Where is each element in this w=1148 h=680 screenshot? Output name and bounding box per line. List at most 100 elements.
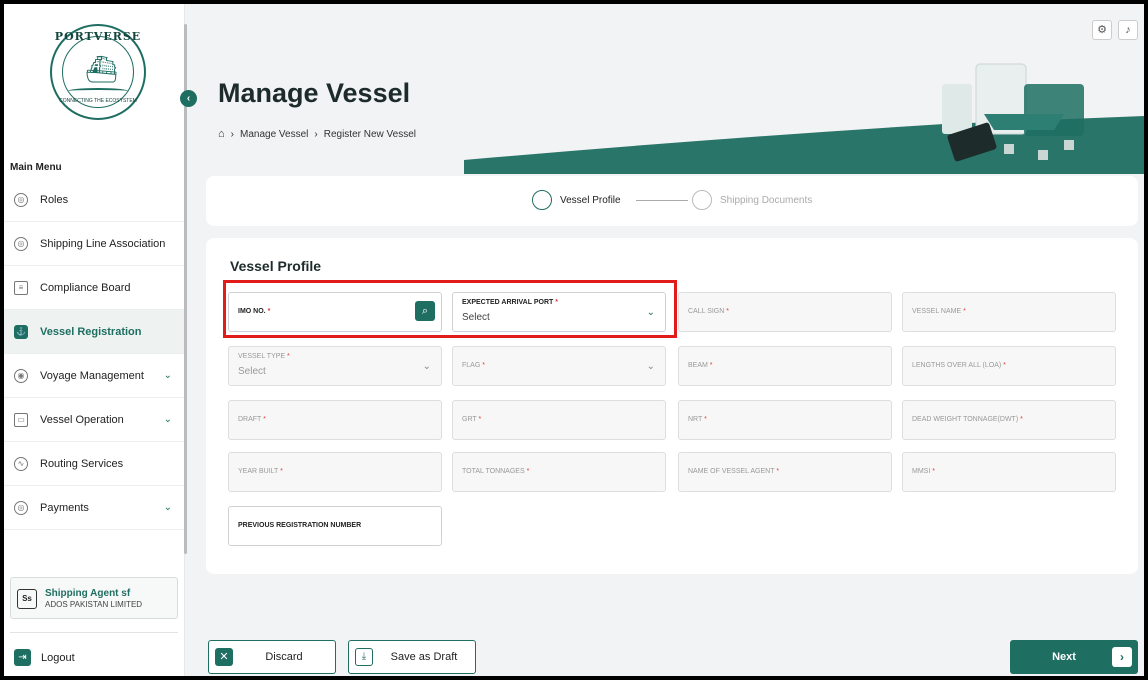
- user-name: Shipping Agent sf: [45, 588, 131, 599]
- field-label: YEAR BUILT *: [238, 468, 283, 475]
- field-label: NRT *: [688, 416, 707, 423]
- field-label: VESSEL TYPE *: [238, 353, 290, 360]
- beam-field[interactable]: BEAM *: [678, 346, 892, 386]
- step-label: Shipping Documents: [720, 194, 813, 206]
- roles-icon: ◎: [14, 192, 28, 207]
- page-title: Manage Vessel: [218, 78, 411, 108]
- user-card[interactable]: Ss Shipping Agent sf ADOS PAKISTAN LIMIT…: [10, 577, 178, 619]
- chevron-right-icon: ›: [1112, 647, 1132, 667]
- chevron-down-icon: ⌄: [163, 414, 172, 425]
- mmsi-field[interactable]: MMSI *: [902, 452, 1116, 492]
- sidebar-item-payments[interactable]: ◎ Payments ⌄: [4, 486, 184, 530]
- sidebar-item-vessel-operation[interactable]: ▭ Vessel Operation ⌄: [4, 398, 184, 442]
- sidebar-item-voyage-management[interactable]: ◉ Voyage Management ⌄: [4, 354, 184, 398]
- discard-label: Discard: [265, 651, 303, 663]
- chevron-down-icon: ⌄: [163, 370, 172, 381]
- breadcrumb-separator-icon: ›: [314, 128, 318, 140]
- vessel-agent-field[interactable]: NAME OF VESSEL AGENT *: [678, 452, 892, 492]
- total-tonnages-field[interactable]: TOTAL TONNAGES *: [452, 452, 666, 492]
- notification-bell-icon[interactable]: ♪: [1118, 20, 1138, 40]
- sidebar-item-label: Shipping Line Association: [40, 237, 166, 250]
- field-label: CALL SIGN *: [688, 308, 729, 315]
- association-icon: ◎: [14, 236, 28, 251]
- sidebar-item-label: Vessel Operation: [40, 413, 124, 426]
- loa-field[interactable]: LENGTHS OVER ALL (LOA) *: [902, 346, 1116, 386]
- app-window: PORTVERSE ⛴ CONNECTING THE ECOSYSTEM Mai…: [4, 4, 1144, 676]
- next-button[interactable]: Next ›: [1010, 640, 1138, 674]
- operation-icon: ▭: [14, 412, 28, 427]
- collapse-sidebar-button[interactable]: ‹: [180, 90, 197, 107]
- year-built-field[interactable]: YEAR BUILT *: [228, 452, 442, 492]
- vessel-name-field[interactable]: VESSEL NAME *: [902, 292, 1116, 332]
- sidebar-item-label: Voyage Management: [40, 369, 144, 382]
- nrt-field[interactable]: NRT *: [678, 400, 892, 440]
- divider: [10, 632, 178, 633]
- portverse-logo: PORTVERSE ⛴ CONNECTING THE ECOSYSTEM: [50, 24, 146, 120]
- chevron-down-icon: ⌄: [646, 361, 655, 372]
- breadcrumb: ⌂ › Manage Vessel › Register New Vessel: [218, 128, 416, 140]
- step-connector: [636, 200, 688, 201]
- flag-select[interactable]: FLAG * ⌄: [452, 346, 666, 386]
- save-draft-button[interactable]: ⤓ Save as Draft: [348, 640, 476, 674]
- previous-registration-number-field[interactable]: PREVIOUS REGISTRATION NUMBER: [228, 506, 442, 546]
- header-illustration: [464, 63, 1144, 174]
- sidebar: PORTVERSE ⛴ CONNECTING THE ECOSYSTEM Mai…: [4, 4, 185, 676]
- form-title: Vessel Profile: [230, 258, 322, 274]
- home-icon[interactable]: ⌂: [218, 128, 225, 140]
- sidebar-item-label: Payments: [40, 501, 89, 514]
- sidebar-item-label: Roles: [40, 193, 69, 206]
- logout-icon: ⇥: [14, 649, 31, 666]
- settings-icon[interactable]: ⚙: [1092, 20, 1112, 40]
- topbar-icons: ⚙ ♪: [1092, 20, 1138, 40]
- discard-button[interactable]: ✕ Discard: [208, 640, 336, 674]
- field-label: GRT *: [462, 416, 482, 423]
- wave-icon: [68, 88, 128, 94]
- ship-icon: ⚓: [14, 324, 28, 339]
- menu-title: Main Menu: [10, 162, 62, 173]
- logout-button[interactable]: ⇥ Logout: [14, 649, 75, 666]
- step-vessel-profile[interactable]: Vessel Profile: [532, 190, 621, 210]
- field-label: FLAG *: [462, 362, 485, 369]
- field-label: MMSI *: [912, 468, 935, 475]
- breadcrumb-separator-icon: ›: [230, 128, 234, 140]
- sidebar-item-label: Compliance Board: [40, 281, 131, 294]
- field-label: PREVIOUS REGISTRATION NUMBER: [238, 522, 362, 529]
- chevron-down-icon: ⌄: [163, 502, 172, 513]
- voyage-icon: ◉: [14, 368, 28, 383]
- logo-tagline: CONNECTING THE ECOSYSTEM: [59, 98, 137, 104]
- save-icon: ⤓: [355, 648, 373, 666]
- vessel-type-select[interactable]: VESSEL TYPE * Select ⌄: [228, 346, 442, 386]
- step-shipping-documents[interactable]: Shipping Documents: [692, 190, 812, 210]
- sidebar-item-vessel-registration[interactable]: ⚓ Vessel Registration: [4, 310, 184, 354]
- field-label: DRAFT *: [238, 416, 266, 423]
- field-label: VESSEL NAME *: [912, 308, 966, 315]
- save-draft-label: Save as Draft: [390, 651, 458, 663]
- breadcrumb-item[interactable]: Manage Vessel: [240, 129, 308, 140]
- sidebar-item-label: Routing Services: [40, 457, 124, 470]
- chevron-down-icon: ⌄: [422, 361, 431, 372]
- sidebar-item-roles[interactable]: ◎ Roles: [4, 178, 184, 222]
- dwt-field[interactable]: DEAD WEIGHT TONNAGE(DWT) *: [902, 400, 1116, 440]
- close-icon: ✕: [215, 648, 233, 666]
- stepper: Vessel Profile Shipping Documents: [206, 176, 1138, 226]
- field-value: Select: [238, 366, 266, 377]
- sidebar-item-label: Vessel Registration: [40, 325, 142, 338]
- route-icon: ∿: [14, 456, 28, 471]
- sidebar-item-routing-services[interactable]: ∿ Routing Services: [4, 442, 184, 486]
- sidebar-item-shipping-line-association[interactable]: ◎ Shipping Line Association: [4, 222, 184, 266]
- call-sign-field[interactable]: CALL SIGN *: [678, 292, 892, 332]
- document-icon: ≡: [14, 280, 28, 295]
- breadcrumb-item-current: Register New Vessel: [323, 128, 416, 140]
- step-circle-icon: [532, 190, 552, 210]
- grt-field[interactable]: GRT *: [452, 400, 666, 440]
- user-company: ADOS PAKISTAN LIMITED: [45, 600, 143, 609]
- draft-field[interactable]: DRAFT *: [228, 400, 442, 440]
- logo-name: PORTVERSE: [54, 30, 142, 43]
- step-circle-icon: [692, 190, 712, 210]
- field-label: BEAM *: [688, 362, 713, 369]
- avatar: Ss: [17, 589, 37, 609]
- logout-label: Logout: [41, 651, 75, 664]
- field-label: DEAD WEIGHT TONNAGE(DWT) *: [912, 416, 1023, 423]
- field-label: TOTAL TONNAGES *: [462, 468, 530, 475]
- sidebar-item-compliance-board[interactable]: ≡ Compliance Board: [4, 266, 184, 310]
